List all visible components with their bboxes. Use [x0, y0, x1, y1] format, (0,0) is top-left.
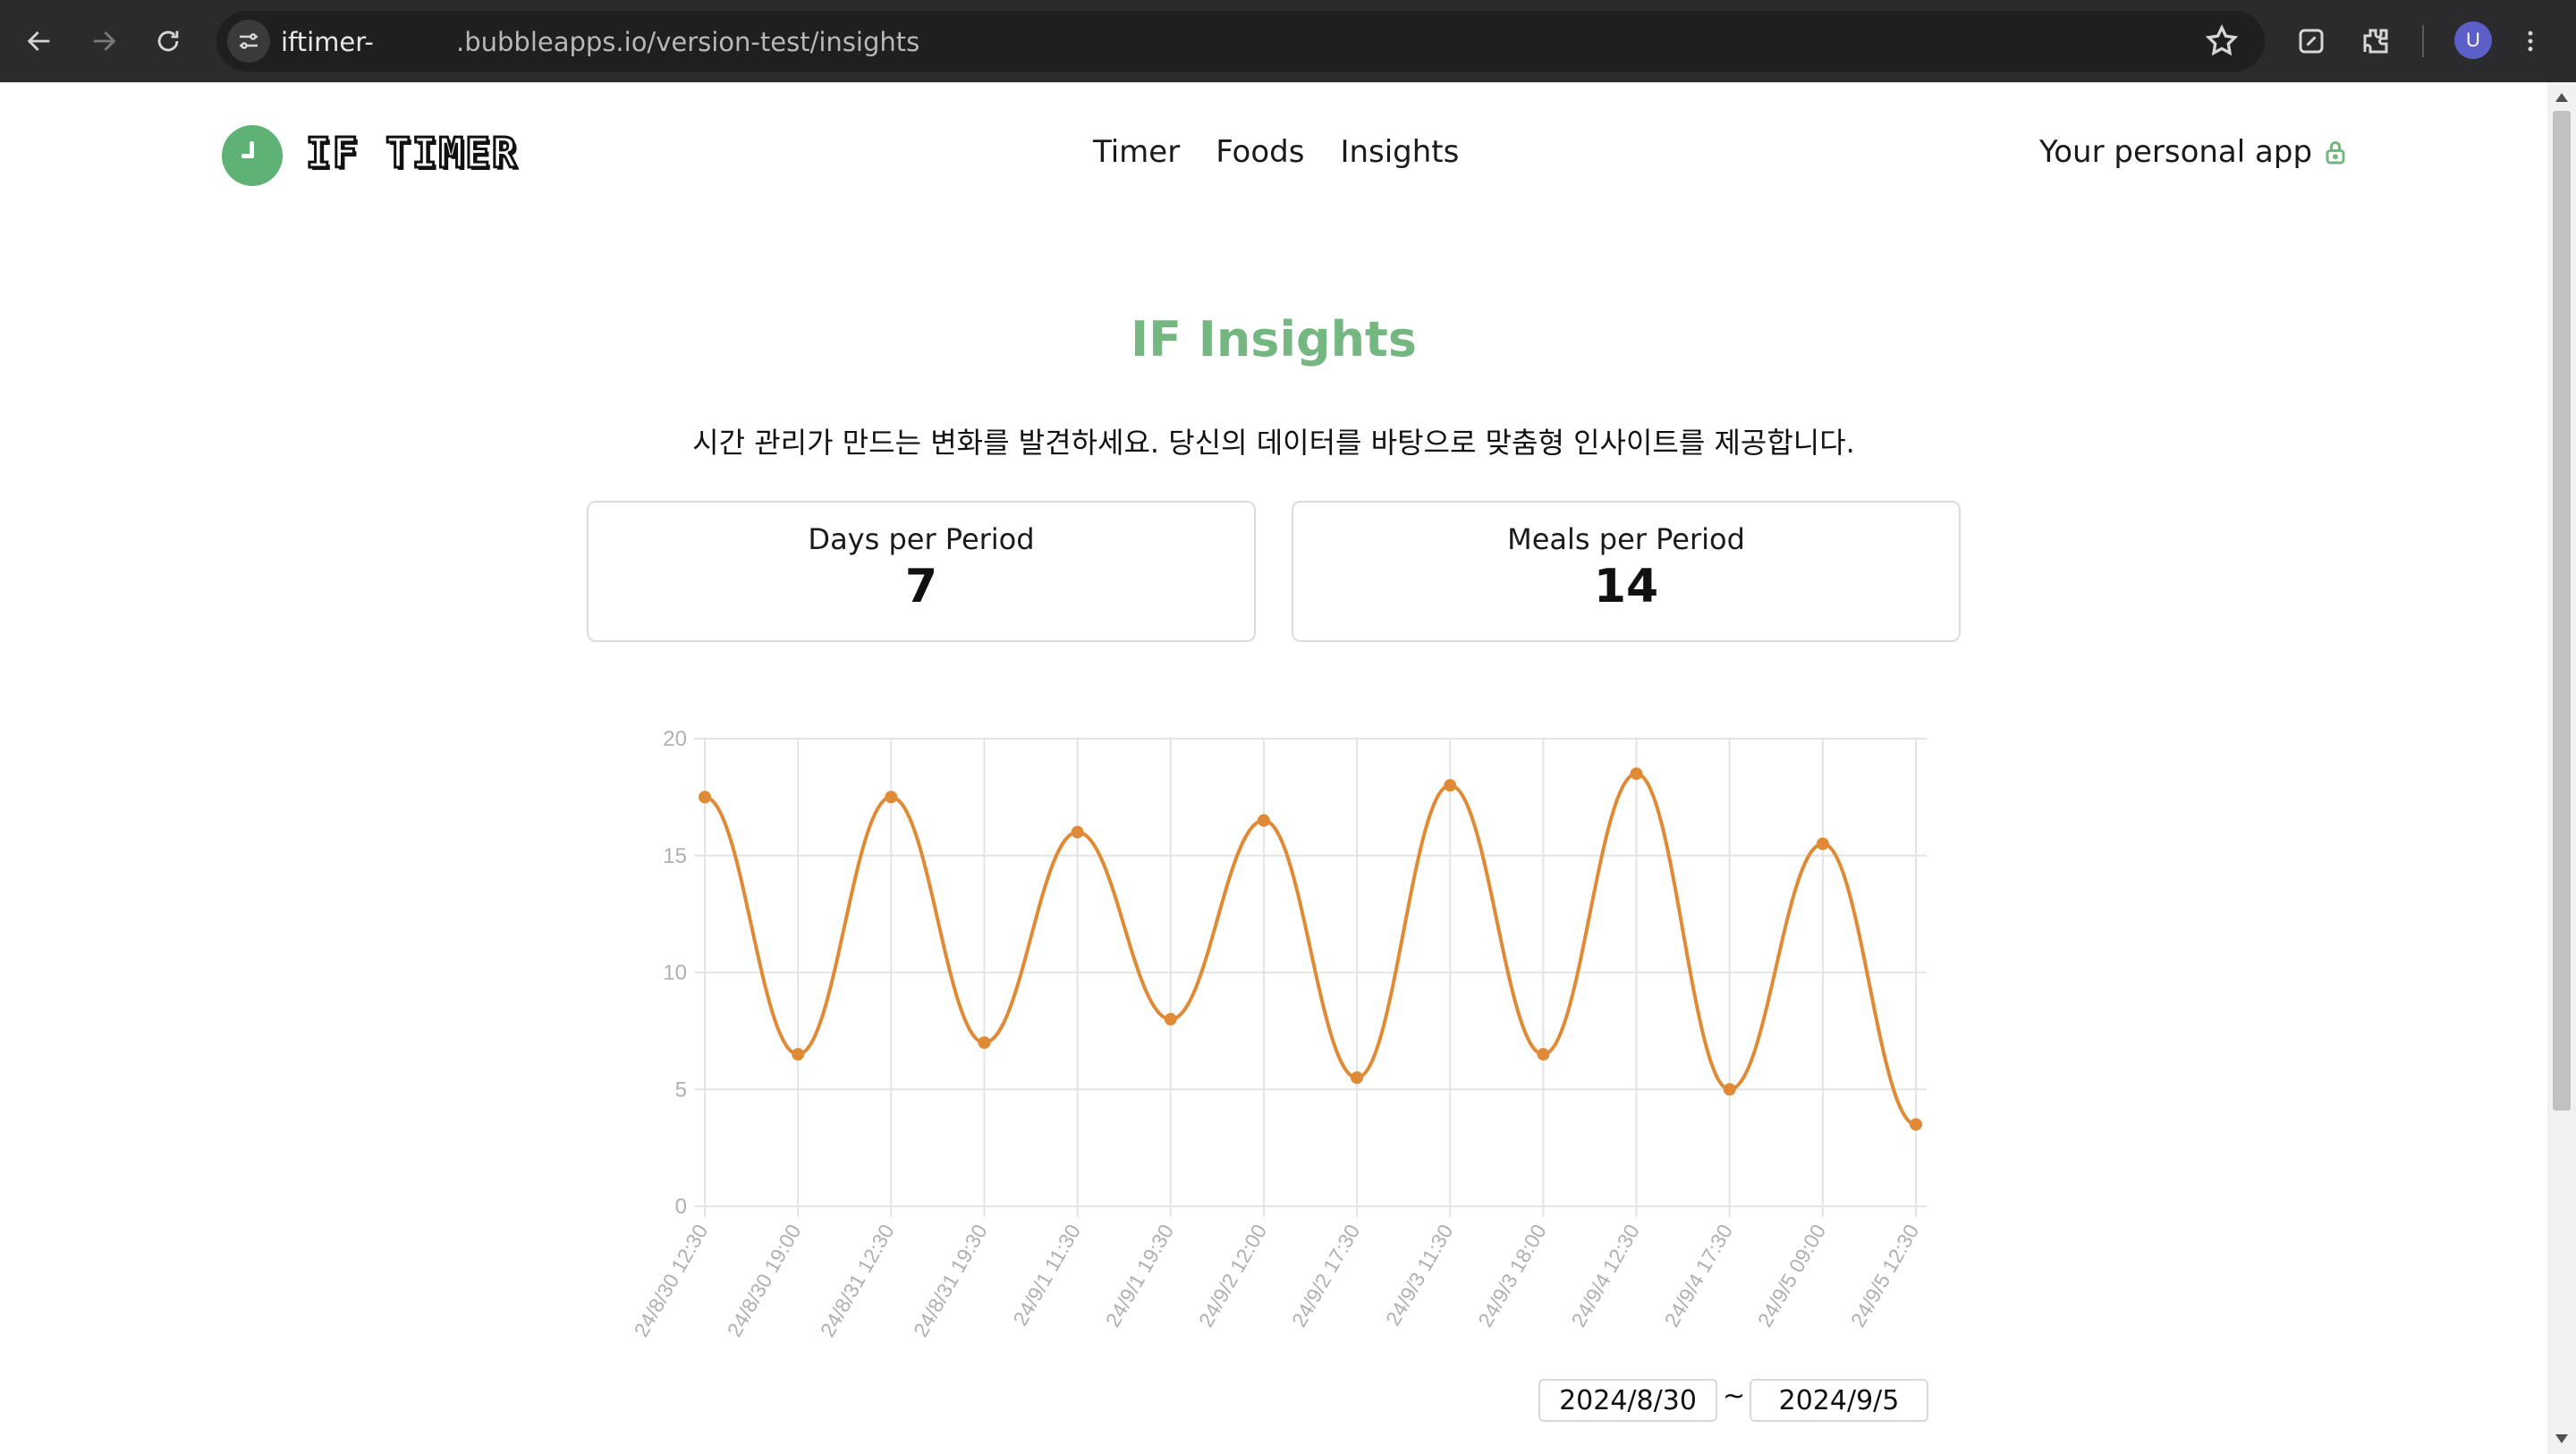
nav-insights[interactable]: Insights — [1340, 134, 1459, 170]
scroll-down-icon[interactable] — [2555, 1434, 2568, 1443]
url-text[interactable]: iftimer- .bubbleapps.io/version-test/ins… — [281, 27, 919, 57]
x-tick-label: 24/9/3 11:30 — [1381, 1221, 1458, 1330]
fasting-line-chart: 0510152024/8/30 12:30 24/8/30 19:00 24/8/3… — [629, 727, 1927, 1341]
toolbar-separator — [2422, 25, 2424, 57]
personal-app-link[interactable]: Your personal app — [2039, 134, 2346, 170]
scrollbar-thumb[interactable] — [2553, 111, 2571, 1111]
lock-icon — [2326, 141, 2345, 165]
extensions-icon[interactable] — [2356, 21, 2395, 61]
x-tick-label: 24/9/2 17:30 — [1287, 1221, 1364, 1331]
x-tick-label: 24/9/5 09:00 — [1753, 1221, 1830, 1331]
data-point — [978, 1036, 991, 1049]
main-nav: Timer Foods Insights — [1093, 134, 1459, 170]
stat-value: 7 — [904, 560, 938, 613]
y-tick-label: 0 — [675, 1195, 687, 1219]
page-scrollbar[interactable] — [2547, 82, 2576, 1454]
url-path: .bubbleapps.io/version-test/insights — [456, 27, 920, 57]
media-control-icon[interactable] — [2292, 21, 2331, 61]
data-point — [1257, 814, 1270, 827]
y-tick-label: 5 — [675, 1078, 687, 1102]
x-tick-label: 24/9/3 18:00 — [1473, 1221, 1550, 1331]
page-title: IF Insights — [1130, 311, 1418, 368]
page-viewport: IF TIMER Timer Foods Insights Your perso… — [0, 82, 2547, 1454]
nav-foods[interactable]: Foods — [1216, 134, 1304, 170]
more-menu-icon[interactable] — [2517, 21, 2544, 61]
stat-card-meals: Meals per Period 14 — [1292, 501, 1961, 642]
browser-toolbar: iftimer- .bubbleapps.io/version-test/ins… — [0, 0, 2576, 82]
reload-icon[interactable] — [148, 21, 188, 61]
personal-app-label: Your personal app — [2039, 134, 2313, 170]
data-point — [1071, 825, 1084, 839]
back-icon[interactable] — [20, 21, 59, 61]
data-point — [1816, 837, 1829, 850]
clock-logo-icon[interactable] — [222, 125, 283, 186]
data-point — [699, 790, 711, 804]
bookmark-star-icon[interactable] — [2204, 23, 2240, 59]
site-info-icon[interactable] — [227, 20, 270, 63]
x-tick-label: 24/9/1 11:30 — [1008, 1221, 1085, 1330]
x-tick-label: 24/9/4 17:30 — [1660, 1221, 1737, 1331]
nav-timer[interactable]: Timer — [1093, 134, 1180, 170]
end-date-input[interactable]: 2024/9/5 — [1750, 1379, 1928, 1422]
x-tick-label: 24/8/31 19:30 — [909, 1221, 992, 1341]
start-date-input[interactable]: 2024/8/30 — [1538, 1379, 1717, 1422]
series-line — [704, 772, 1917, 1127]
url-host: iftimer- — [281, 27, 374, 57]
stat-card-days: Days per Period 7 — [587, 501, 1256, 642]
data-point — [1164, 1012, 1177, 1026]
data-point — [1630, 767, 1643, 781]
scroll-up-icon[interactable] — [2555, 93, 2568, 102]
x-tick-label: 24/9/2 12:00 — [1194, 1221, 1271, 1331]
x-tick-label: 24/8/30 12:30 — [629, 1221, 712, 1341]
x-tick-label: 24/8/31 12:30 — [816, 1221, 899, 1341]
data-point — [1723, 1083, 1736, 1096]
data-point — [792, 1048, 805, 1061]
data-point — [1910, 1118, 1922, 1131]
data-point — [1351, 1071, 1364, 1085]
address-bar[interactable]: iftimer- .bubbleapps.io/version-test/ins… — [216, 11, 2265, 72]
x-tick-label: 24/8/30 19:00 — [723, 1221, 806, 1341]
profile-avatar[interactable]: U — [2454, 21, 2492, 59]
x-tick-label: 24/9/5 12:30 — [1846, 1221, 1923, 1331]
forward-icon[interactable] — [84, 21, 123, 61]
data-point — [885, 790, 898, 804]
stat-label: Days per Period — [808, 522, 1035, 556]
y-tick-label: 15 — [663, 844, 687, 868]
stat-label: Meals per Period — [1507, 522, 1745, 556]
y-tick-label: 20 — [663, 727, 687, 751]
logo-text[interactable]: IF TIMER — [305, 128, 519, 179]
x-tick-label: 24/9/4 12:30 — [1566, 1221, 1643, 1331]
page-subtitle: 시간 관리가 만드는 변화를 발견하세요. 당신의 데이터를 바탕으로 맞춤형 … — [692, 426, 1855, 460]
data-point — [1444, 779, 1457, 792]
date-range-separator: ~ — [1723, 1381, 1746, 1412]
data-point — [1537, 1048, 1550, 1061]
y-tick-label: 10 — [663, 961, 687, 985]
x-tick-label: 24/9/1 19:30 — [1101, 1221, 1178, 1331]
stat-value: 14 — [1593, 560, 1659, 613]
